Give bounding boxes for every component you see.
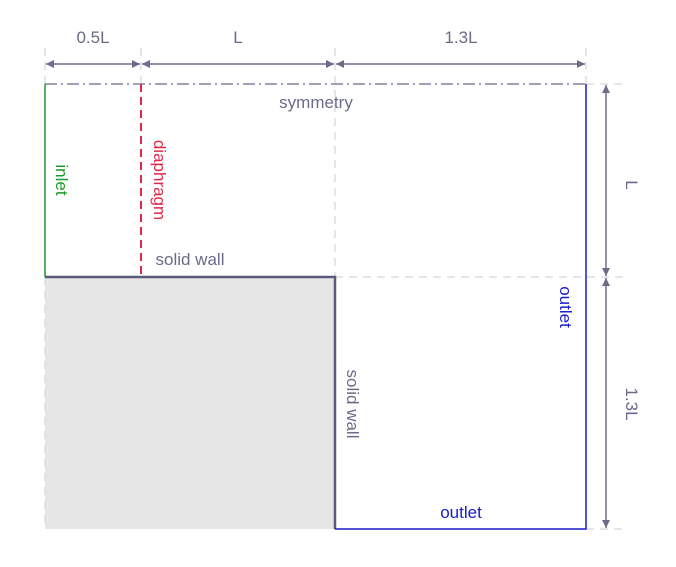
solid-wall-label-horizontal: solid wall (156, 250, 225, 269)
solid-wall-label-vertical: solid wall (343, 370, 362, 439)
symmetry-label: symmetry (279, 93, 353, 112)
dim-label-1.3L-right: 1.3L (622, 387, 641, 420)
outlet-label-right: outlet (556, 286, 575, 328)
dim-label-0.5L: 0.5L (76, 28, 109, 47)
solid-region (45, 277, 335, 529)
backward-step-domain-diagram: 0.5L L 1.3L L 1.3L symmetry inlet diaphr… (44, 28, 641, 530)
outlet-label-bottom: outlet (440, 503, 482, 522)
dim-label-1.3L-top: 1.3L (444, 28, 477, 47)
diaphragm-label: diaphragm (150, 140, 169, 220)
dim-label-L-right: L (622, 180, 641, 189)
inlet-label: inlet (52, 164, 71, 195)
dim-label-L-top: L (233, 28, 242, 47)
outlet-boundary (335, 84, 587, 530)
